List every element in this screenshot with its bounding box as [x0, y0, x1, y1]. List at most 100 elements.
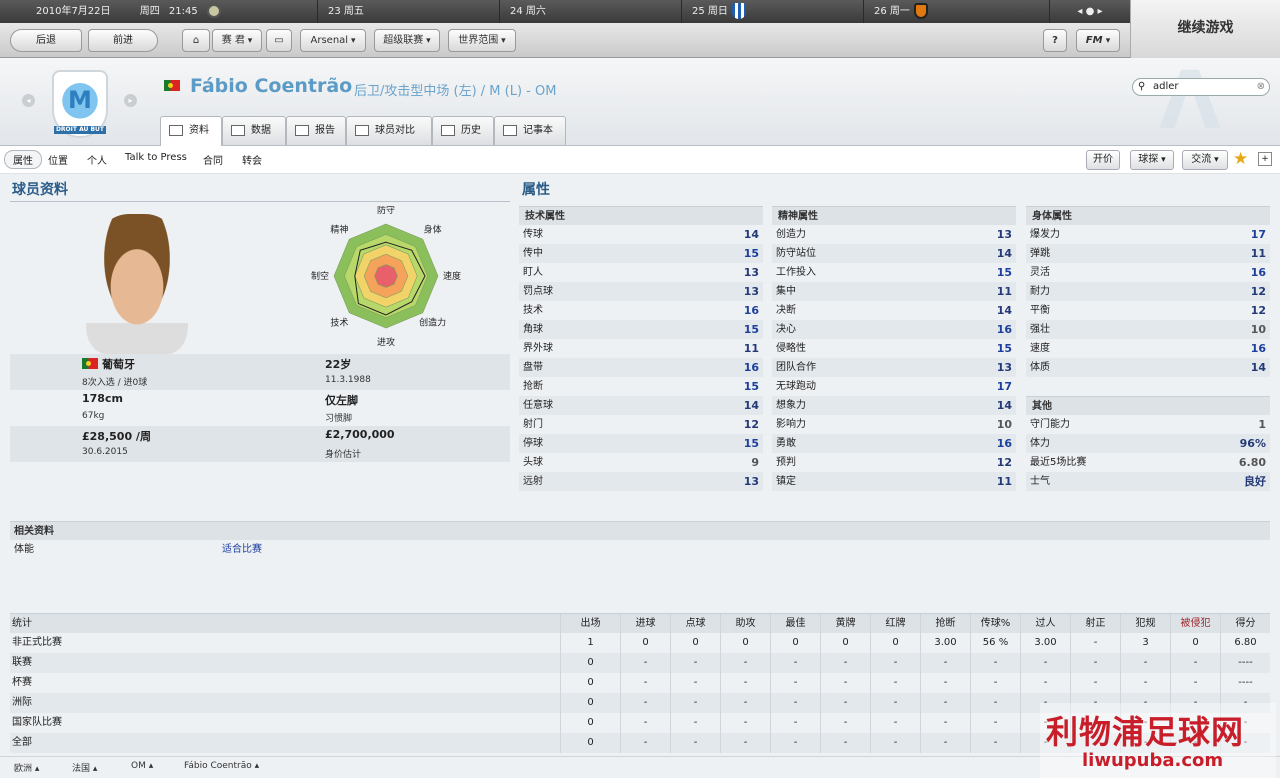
subtab-contract[interactable]: 合同 [203, 152, 223, 167]
column-header[interactable]: 进球 [620, 614, 670, 634]
stat-cell: 56 % [970, 633, 1020, 653]
crumb-nation[interactable]: 法国 ▴ [72, 761, 97, 774]
search-icon: ⚲ [1138, 81, 1146, 92]
forward-button[interactable]: 前进 [88, 29, 158, 52]
attribute-row: 灵活 16 [1026, 263, 1270, 282]
compare-icon [355, 125, 369, 136]
offer-button[interactable]: 开价 [1086, 150, 1120, 170]
help-button[interactable]: ? [1043, 29, 1067, 52]
fm-menu-button[interactable]: FM [1076, 29, 1120, 52]
day-26[interactable]: 26 周一 [864, 0, 1050, 23]
subtab-transfer[interactable]: 转会 [242, 152, 262, 167]
club-crest-icon[interactable]: M DROIT AU BUT [52, 70, 108, 138]
world-dropdown[interactable]: 世界范围 [448, 29, 516, 52]
attribute-value: 15 [743, 380, 759, 393]
column-header[interactable]: 红牌 [870, 614, 920, 634]
continue-game-button[interactable]: 继续游戏 [1130, 0, 1280, 58]
tab-profile[interactable]: 资料 [160, 116, 222, 146]
scout-dropdown[interactable]: 球探 [1130, 150, 1174, 170]
fm-label: FM [1085, 35, 1103, 46]
prev-player-icon[interactable]: ◂ [22, 94, 35, 107]
tab-report[interactable]: 报告 [286, 116, 346, 145]
day-24[interactable]: 24 周六 [500, 0, 682, 23]
column-header[interactable]: 过人 [1020, 614, 1070, 634]
crumb-club[interactable]: OM ▴ [131, 761, 153, 771]
subtab-personal[interactable]: 个人 [87, 152, 107, 167]
attribute-value: 16 [743, 361, 759, 374]
tab-label: 球员对比 [375, 125, 415, 136]
radar-label: 技术 [330, 317, 348, 329]
weight-value: 67kg [82, 411, 105, 421]
stat-cell: - [870, 693, 920, 713]
attribute-name: 爆发力 [1030, 229, 1060, 240]
tab-history[interactable]: 历史 [432, 116, 494, 145]
related-info: 相关资料 体能 适合比赛 [10, 521, 1270, 559]
attribute-value: 15 [743, 437, 759, 450]
profile-title: 球员资料 [12, 182, 68, 198]
stats-row: 联赛 0- - - - - - - - - - - - ---- [10, 653, 1270, 673]
day-23[interactable]: 23 周五 [318, 0, 500, 23]
column-header[interactable]: 点球 [670, 614, 720, 634]
attribute-value: 15 [996, 266, 1012, 279]
league-dropdown[interactable]: 超级联赛 [374, 29, 440, 52]
subtab-attributes[interactable]: 属性 [4, 150, 42, 169]
next-player-icon[interactable]: ▸ [124, 94, 137, 107]
stat-cell: ---- [1220, 653, 1270, 673]
next-icon[interactable]: ▸ [1098, 6, 1103, 17]
attribute-value: 13 [743, 475, 759, 488]
attribute-name: 创造力 [776, 229, 806, 240]
column-header[interactable]: 射正 [1070, 614, 1120, 634]
club-dropdown[interactable]: Arsenal [300, 29, 366, 52]
column-header[interactable]: 助攻 [720, 614, 770, 634]
attribute-name: 任意球 [523, 400, 553, 411]
column-header[interactable]: 被侵犯 [1170, 614, 1220, 634]
stat-cell: - [820, 713, 870, 733]
attribute-value: 13 [996, 228, 1012, 241]
attribute-value: 96% [1239, 437, 1266, 450]
clear-icon[interactable]: ⊗ [1257, 79, 1265, 95]
back-button[interactable]: 后退 [10, 29, 82, 52]
dot-icon[interactable]: ● [1086, 6, 1095, 17]
column-header[interactable]: 抢断 [920, 614, 970, 634]
crumb-player[interactable]: Fábio Coentrão ▴ [184, 761, 259, 771]
tab-compare[interactable]: 球员对比 [346, 116, 432, 145]
column-header[interactable]: 传球% [970, 614, 1020, 634]
subtab-positions[interactable]: 位置 [48, 152, 68, 167]
attribute-value: 14 [996, 399, 1012, 412]
column-header[interactable]: 出场 [560, 614, 620, 634]
scout-label: 球探 [1138, 154, 1159, 165]
stat-cell: 3.00 [920, 633, 970, 653]
crumb-continent[interactable]: 欧洲 ▴ [14, 761, 39, 774]
column-header[interactable]: 犯规 [1120, 614, 1170, 634]
inbox-icon[interactable]: ▭ [266, 29, 292, 52]
crumb-label: Fábio Coentrão [184, 761, 252, 771]
day-25[interactable]: 25 周日 [682, 0, 864, 23]
attribute-row: 角球 15 [519, 320, 763, 339]
time-text: 21:45 [168, 6, 198, 17]
subtab-talk-to-press[interactable]: Talk to Press [125, 152, 187, 163]
search-input[interactable]: ⚲ adler ⊗ [1132, 78, 1270, 96]
fitness-label: 体能 [14, 544, 34, 555]
calendar-nav[interactable]: ◂ ● ▸ [1050, 0, 1130, 23]
club-label: Arsenal [310, 35, 349, 46]
stats-icon [231, 125, 245, 136]
stat-cell: - [1170, 653, 1220, 673]
stat-cell: - [620, 733, 670, 753]
fitness-value[interactable]: 适合比赛 [222, 540, 262, 559]
column-header[interactable]: 得分 [1220, 614, 1270, 634]
tab-label: 资料 [189, 125, 209, 136]
home-icon[interactable]: ⌂ [182, 29, 210, 52]
column-header[interactable]: 黄牌 [820, 614, 870, 634]
prev-icon[interactable]: ◂ [1077, 6, 1082, 17]
manager-dropdown[interactable]: 赛 君 [212, 29, 262, 52]
watermark-cn: 利物浦足球网 [1046, 713, 1245, 751]
star-icon[interactable]: ★ [1233, 149, 1248, 169]
attribute-name: 头球 [523, 457, 543, 468]
column-header[interactable]: 最佳 [770, 614, 820, 634]
attribute-value: 12 [743, 418, 759, 431]
tab-stats[interactable]: 数据 [222, 116, 286, 145]
tab-notebook[interactable]: 记事本 [494, 116, 566, 145]
stat-cell: - [820, 673, 870, 693]
add-note-icon[interactable]: + [1258, 152, 1272, 166]
interact-dropdown[interactable]: 交流 [1182, 150, 1228, 170]
